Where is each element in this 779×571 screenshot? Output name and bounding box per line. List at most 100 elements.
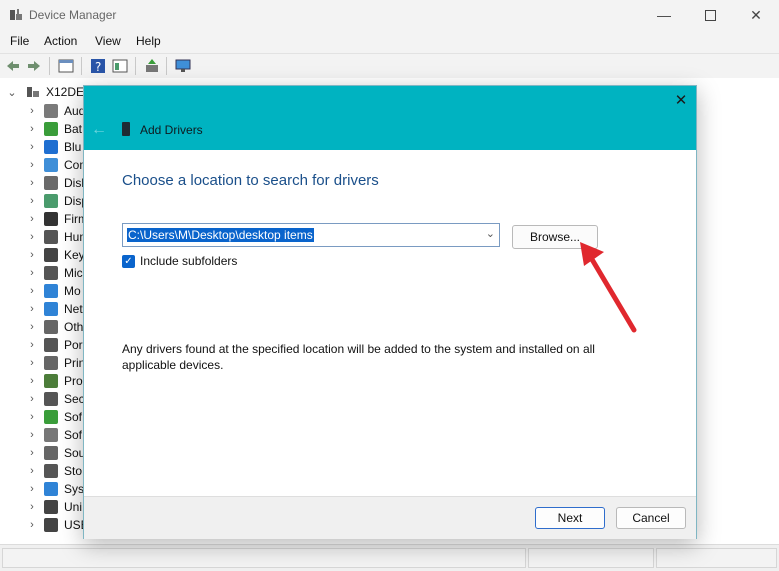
driver-device-icon [122,122,130,136]
forward-arrow-icon[interactable] [26,58,42,74]
tree-item-label: Net [64,302,83,316]
dialog-title: Add Drivers [140,123,203,137]
menu-action[interactable]: Action [44,34,77,48]
tree-item-label: Blu [64,140,82,154]
tree-item[interactable]: › Sof [26,426,82,444]
status-segment-2 [528,548,654,568]
processor-icon [44,374,58,388]
chevron-right-icon[interactable]: › [26,285,38,297]
tree-item[interactable]: › Uni [26,498,82,516]
printer-icon [44,356,58,370]
battery-icon [44,122,58,136]
port-icon [44,338,58,352]
tree-item-label: Mic [64,266,83,280]
tree-item[interactable]: › Com [26,156,89,174]
speaker-icon [44,104,58,118]
tree-item[interactable]: › Bat [26,120,82,138]
chevron-right-icon[interactable]: › [26,339,38,351]
tree-item[interactable]: › Mic [26,264,83,282]
usb-icon [44,518,58,532]
cancel-button[interactable]: Cancel [616,507,686,529]
tree-item[interactable]: › Net [26,300,83,318]
status-bar [0,544,779,571]
close-window-button[interactable]: ✕ [733,0,779,30]
tree-item[interactable]: › Firm [26,210,88,228]
chevron-right-icon[interactable]: › [26,411,38,423]
maximize-button[interactable] [687,0,733,30]
keyboard-icon [44,248,58,262]
chevron-right-icon[interactable]: › [26,177,38,189]
view-icon[interactable] [112,58,128,74]
chevron-down-icon[interactable]: ⌄ [6,86,18,99]
tree-item[interactable]: › Sec [26,390,85,408]
include-subfolders-checkbox[interactable]: ✓ Include subfolders [122,253,237,269]
tree-item[interactable]: › Syst [26,480,87,498]
tree-item[interactable]: › Key [26,246,85,264]
chevron-right-icon[interactable]: › [26,141,38,153]
tree-item-label: Key [64,248,85,262]
driver-path-value: C:\Users\M\Desktop\desktop items [127,228,314,242]
tree-item[interactable]: › Disp [26,192,88,210]
tree-item[interactable]: › Aud [26,102,85,120]
chevron-right-icon[interactable]: › [26,213,38,225]
tree-item[interactable]: › USB [26,516,89,534]
firmware-icon [44,212,58,226]
tree-item[interactable]: › Blu [26,138,81,156]
dialog-close-button[interactable]: ✕ [672,92,690,110]
chevron-right-icon[interactable]: › [26,519,38,531]
minimize-button[interactable]: — [641,0,687,30]
tree-item[interactable]: › Pro [26,372,83,390]
tree-item-label: Bat [64,122,83,136]
chevron-right-icon[interactable]: › [26,483,38,495]
driver-path-input[interactable]: C:\Users\M\Desktop\desktop items ⌄ [122,223,500,247]
system-icon [44,482,58,496]
chevron-right-icon[interactable]: › [26,159,38,171]
chevron-right-icon[interactable]: › [26,249,38,261]
bluetooth-icon [44,140,58,154]
chevron-right-icon[interactable]: › [26,465,38,477]
tree-item[interactable]: › Sof [26,408,82,426]
chevron-right-icon[interactable]: › [26,195,38,207]
tree-item[interactable]: › Mo [26,282,81,300]
chevron-right-icon[interactable]: › [26,303,38,315]
chevron-right-icon[interactable]: › [26,429,38,441]
tree-item[interactable]: › Sto [26,462,82,480]
chevron-right-icon[interactable]: › [26,393,38,405]
tree-item[interactable]: › Prin [26,354,85,372]
tree-item[interactable]: › Hum [26,228,89,246]
chevron-down-icon[interactable]: ⌄ [486,227,495,240]
chevron-right-icon[interactable]: › [26,501,38,513]
tree-item[interactable]: › Por [26,336,83,354]
chevron-right-icon[interactable]: › [26,357,38,369]
menu-view[interactable]: View [95,34,121,48]
help-icon[interactable]: ? [90,58,106,74]
info-text: Any drivers found at the specified locat… [122,342,595,372]
disk-drive-icon [44,176,58,190]
checkmark-icon[interactable]: ✓ [122,254,135,268]
next-button[interactable]: Next [535,507,605,529]
display-adapter-icon [44,194,58,208]
tree-item[interactable]: › Sou [26,444,85,462]
properties-icon[interactable] [58,58,74,74]
tree-item[interactable]: › Oth [26,318,83,336]
tree-root[interactable]: ⌄ X12DEX [6,84,92,100]
chevron-right-icon[interactable]: › [26,105,38,117]
chevron-right-icon[interactable]: › [26,321,38,333]
update-driver-icon[interactable] [144,58,160,74]
chevron-right-icon[interactable]: › [26,231,38,243]
dialog-back-button[interactable]: ← [91,121,109,139]
menu-bar: File Action View Help [0,30,779,52]
software-device-icon [44,428,58,442]
chevron-right-icon[interactable]: › [26,375,38,387]
chevron-right-icon[interactable]: › [26,267,38,279]
chevron-right-icon[interactable]: › [26,447,38,459]
menu-help[interactable]: Help [136,34,161,48]
tree-item[interactable]: › Disk [26,174,87,192]
chevron-right-icon[interactable]: › [26,123,38,135]
close-icon: ✕ [750,6,762,23]
menu-file[interactable]: File [10,34,29,48]
dialog-footer: Next Cancel [84,496,696,539]
scan-hardware-icon[interactable] [175,58,191,74]
back-arrow-icon[interactable] [5,58,21,74]
title-bar: Device Manager — ✕ [0,0,779,30]
